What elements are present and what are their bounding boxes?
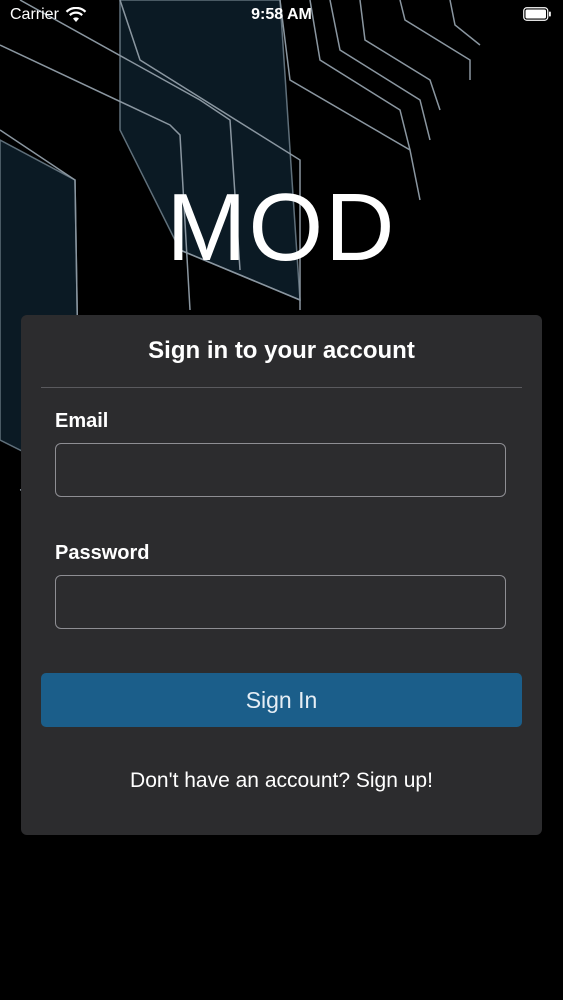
battery-icon <box>523 7 551 21</box>
title-divider <box>41 387 522 388</box>
app-screen: Carrier 9:58 AM MOD Sign in to your acco… <box>0 0 563 1000</box>
status-bar: Carrier 9:58 AM <box>0 0 563 30</box>
signup-link[interactable]: Don't have an account? Sign up! <box>21 769 542 793</box>
email-field[interactable] <box>55 443 506 497</box>
app-logo: MOD <box>166 174 397 281</box>
email-label: Email <box>55 410 109 432</box>
signin-button[interactable]: Sign In <box>41 673 522 727</box>
signin-card: Sign in to your account Email Password S… <box>21 315 542 835</box>
password-label: Password <box>55 542 150 564</box>
password-field[interactable] <box>55 575 506 629</box>
signin-title: Sign in to your account <box>148 337 415 364</box>
clock: 9:58 AM <box>251 6 312 23</box>
